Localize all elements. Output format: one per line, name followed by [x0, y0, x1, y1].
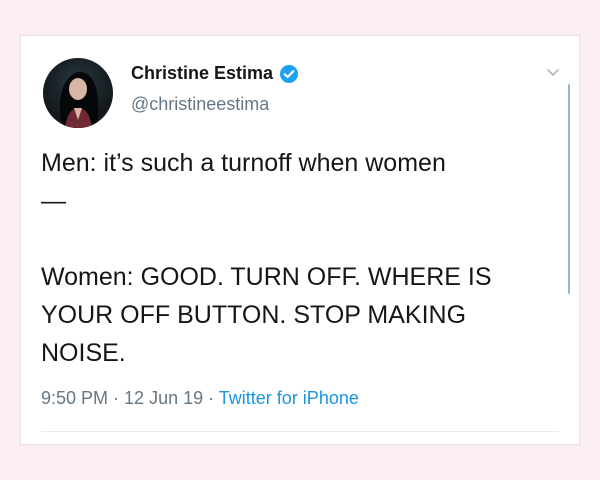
profile-photo	[59, 71, 99, 128]
meta-separator: ·	[203, 388, 219, 408]
tweet-line: Women: GOOD. TURN OFF. WHERE IS	[41, 263, 492, 291]
tweet-line: YOUR OFF BUTTON. STOP MAKING	[41, 301, 467, 329]
tweet-card: Christine Estima @christineestima Men: i…	[20, 35, 580, 445]
avatar[interactable]	[43, 58, 113, 128]
verified-badge-icon	[279, 64, 299, 84]
tweet-text: Men: it’s such a turnoff when women — Wo…	[41, 144, 561, 372]
chevron-down-icon[interactable]	[545, 64, 561, 80]
tweet-line: NOISE.	[41, 339, 126, 367]
tweet-line: Men: it’s such a turnoff when women	[41, 149, 446, 177]
tweet-line: —	[41, 187, 66, 215]
author-name[interactable]: Christine Estima	[131, 63, 299, 84]
tweet-meta: 9:50 PM · 12 Jun 19 · Twitter for iPhone	[41, 388, 359, 409]
meta-separator: ·	[108, 388, 125, 408]
divider	[41, 431, 559, 432]
scrollbar[interactable]	[568, 84, 570, 294]
tweet-date[interactable]: 12 Jun 19	[124, 388, 203, 408]
author-handle[interactable]: @christineestima	[131, 94, 269, 115]
tweet-time[interactable]: 9:50 PM	[41, 388, 108, 408]
tweet-source-link[interactable]: Twitter for iPhone	[219, 388, 359, 408]
author-display-name[interactable]: Christine Estima	[131, 63, 273, 84]
